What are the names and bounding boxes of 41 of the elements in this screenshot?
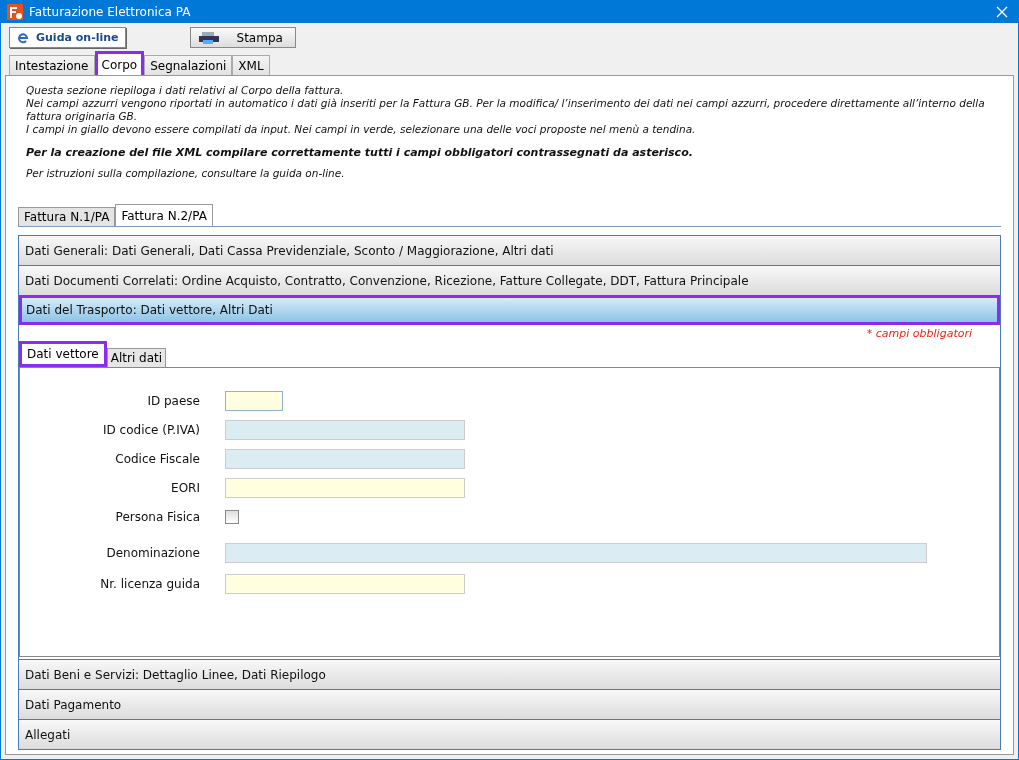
field-label: Persona Fisica xyxy=(114,510,201,524)
section-header[interactable]: Allegati xyxy=(19,719,1000,749)
tab[interactable]: XML xyxy=(232,55,270,75)
tab[interactable]: Corpo xyxy=(94,51,145,75)
sub-tab[interactable]: Altri dati xyxy=(106,348,167,367)
input-field[interactable] xyxy=(225,543,927,563)
window-title: Fatturazione Elettronica PA xyxy=(29,5,192,19)
intro-text: I campi in giallo devono essere compilati da input. Nei campi in verde, selezionare una delle voci proposte nel menù a tendina. xyxy=(26,123,697,136)
field-label: ID codice (P.IVA) xyxy=(102,423,201,437)
section-header[interactable]: Dati del Trasporto: Dati vettore, Altri Dati xyxy=(19,295,1000,325)
field-label: EORI xyxy=(170,481,201,495)
checkbox[interactable] xyxy=(225,510,239,524)
notice-text: Per la creazione del file XML compilare correttamente tutti i campi obbligatori contrassegnati da asterisco. xyxy=(26,146,694,159)
intro-text: Questa sezione riepiloga i dati relativi al Corpo della fattura. xyxy=(26,84,345,97)
section-header[interactable]: Dati Pagamento xyxy=(19,689,1000,719)
field-label: Codice Fiscale xyxy=(114,452,201,466)
section-header[interactable]: Dati Beni e Servizi: Dettaglio Linee, Dati Riepilogo xyxy=(19,659,1000,689)
input-field[interactable] xyxy=(225,420,465,440)
field-label: Nr. licenza guida xyxy=(99,577,201,591)
help-button[interactable]: Guida on-line xyxy=(9,27,126,48)
section-header[interactable]: Dati Documenti Correlati: Ordine Acquisto, Contratto, Convenzione, Ricezione, Fatture Collegate, DDT, Fattura Principale xyxy=(19,265,1000,295)
close-icon[interactable] xyxy=(996,6,1008,18)
input-field[interactable] xyxy=(225,574,465,594)
input-field[interactable] xyxy=(225,449,465,469)
required-note: * campi obbligatori xyxy=(866,327,972,341)
field-label: Denominazione xyxy=(105,546,201,560)
invoice-tab[interactable]: Fattura N.2/PA xyxy=(115,204,213,226)
browser-e-icon xyxy=(16,30,30,45)
field-label: ID paese xyxy=(146,394,201,408)
print-button[interactable]: Stampa xyxy=(189,27,296,48)
tab[interactable]: Segnalazioni xyxy=(144,55,233,75)
tab[interactable]: Intestazione xyxy=(9,55,95,75)
app-logo-icon xyxy=(7,4,23,20)
invoice-tab[interactable]: Fattura N.1/PA xyxy=(18,207,116,226)
input-field[interactable] xyxy=(225,391,283,411)
input-field[interactable] xyxy=(225,478,465,498)
intro-text: Nei campi azzurri vengono riportati in automatico i dati già inseriti per la Fattura GB. Per la modifica/ l’inserimento dei dati nei campi azzurri, procedere direttamente all’interno della fattura originaria GB. xyxy=(26,97,986,123)
section-header[interactable]: Dati Generali: Dati Generali, Dati Cassa Previdenziale, Sconto / Maggiorazione, Altri dati xyxy=(19,235,1000,265)
printer-icon xyxy=(196,30,221,45)
sub-tab[interactable]: Dati vettore xyxy=(19,341,107,367)
help-text: Per istruzioni sulla compilazione, consultare la guida on-line. xyxy=(26,167,346,180)
